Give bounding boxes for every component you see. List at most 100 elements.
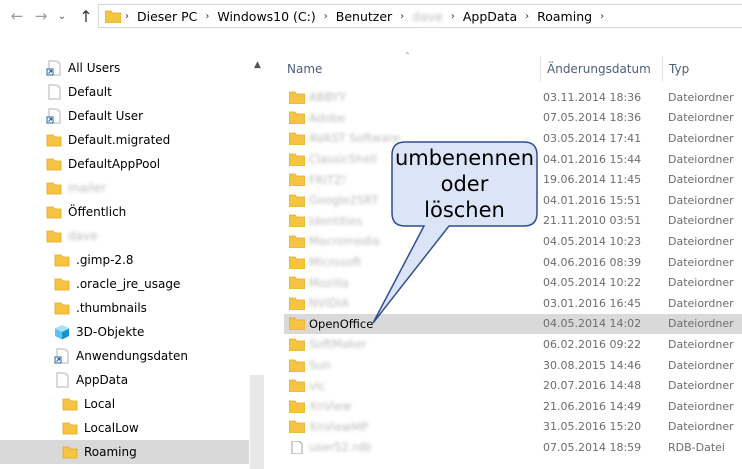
file-date: 21.11.2010 03:51: [543, 214, 642, 228]
nav-item-label: .oracle_jre_usage: [76, 277, 181, 291]
column-date[interactable]: Änderungsdatum: [541, 56, 663, 82]
recent-locations-button[interactable]: ⌄: [55, 6, 69, 26]
nav-item[interactable]: .gimp-2.8: [0, 248, 249, 272]
nav-item-label: Local: [84, 397, 116, 411]
folder-icon: [54, 278, 70, 291]
nav-item[interactable]: AppData: [0, 368, 249, 392]
file-date: 04.05.2014 10:22: [543, 276, 642, 290]
file-row[interactable]: ABBYY 03.11.2014 18:36 Dateiordner: [284, 87, 742, 108]
file-date: 07.05.2014 18:36: [543, 111, 642, 125]
file-date: 04.01.2016 15:51: [543, 193, 642, 207]
file-date: 03.01.2016 16:45: [543, 296, 642, 310]
nav-item[interactable]: Öffentlich: [0, 200, 249, 224]
file-type: Dateiordner: [668, 399, 734, 413]
nav-item[interactable]: Roaming: [0, 440, 249, 464]
nav-item-label: Default User: [68, 109, 144, 123]
breadcrumb-chevron-icon[interactable]: ›: [125, 11, 134, 22]
nav-item[interactable]: All Users: [0, 56, 249, 80]
breadcrumb-item[interactable]: dave: [409, 9, 446, 24]
file-name: vlc: [309, 378, 326, 393]
nav-item[interactable]: .thumbnails: [0, 296, 249, 320]
folder-icon: [105, 10, 121, 23]
file-row[interactable]: user52.rdb 07.05.2014 18:59 RDB-Datei: [284, 437, 742, 458]
nav-item[interactable]: Default: [0, 80, 249, 104]
file-row[interactable]: SoftMaker 06.02.2016 09:22 Dateiordner: [284, 334, 742, 355]
nav-item[interactable]: .oracle_jre_usage: [0, 272, 249, 296]
file-date: 04.06.2016 08:39: [543, 255, 642, 269]
file-date: 21.06.2016 14:49: [543, 399, 642, 413]
file-row[interactable]: XnViewMP 31.05.2016 15:20 Dateiordner: [284, 417, 742, 438]
nav-item[interactable]: Local: [0, 392, 249, 416]
folder-icon: [46, 206, 62, 219]
nav-item[interactable]: Anwendungsdaten: [0, 344, 249, 368]
back-button[interactable]: ←: [7, 6, 27, 26]
breadcrumb-item[interactable]: Roaming: [534, 9, 595, 24]
file-name: Microsoft: [309, 255, 362, 270]
file-row[interactable]: Macromedia 04.05.2014 10:23 Dateiordner: [284, 231, 742, 252]
folder-icon: [289, 132, 305, 145]
file-date: 03.05.2014 17:41: [543, 131, 642, 145]
folder-icon: [289, 317, 305, 331]
nav-item-label: .gimp-2.8: [76, 253, 134, 267]
folder-icon: [62, 422, 78, 435]
file-row[interactable]: NVIDIA 03.01.2016 16:45 Dateiordner: [284, 293, 742, 314]
file-type: RDB-Datei: [668, 440, 725, 454]
file-type: Dateiordner: [668, 337, 734, 351]
nav-item-label: 3D-Objekte: [76, 325, 145, 339]
file-row[interactable]: Sun 30.08.2015 14:46 Dateiordner: [284, 355, 742, 376]
shortcut-folder-icon: [46, 108, 61, 124]
nav-item[interactable]: mailer: [0, 176, 249, 200]
file-type: Dateiordner: [668, 131, 734, 145]
file-row[interactable]: Microsoft 04.06.2016 08:39 Dateiordner: [284, 252, 742, 273]
folder-icon: [46, 134, 62, 147]
folder-icon: [54, 254, 70, 267]
file-date: 06.02.2016 09:22: [543, 337, 642, 351]
file-row[interactable]: Mozilla 04.05.2014 10:22 Dateiordner: [284, 272, 742, 293]
nav-item-label: .thumbnails: [76, 301, 147, 315]
breadcrumb-item[interactable]: Dieser PC: [134, 9, 200, 24]
breadcrumb-item[interactable]: AppData: [460, 9, 520, 24]
breadcrumb-item[interactable]: Benutzer: [333, 9, 395, 24]
file-name: Adobe: [309, 110, 346, 125]
file-row[interactable]: vlc 20.07.2016 14:48 Dateiordner: [284, 375, 742, 396]
breadcrumb-chevron-icon[interactable]: ›: [595, 11, 609, 22]
nav-item-label: Öffentlich: [68, 205, 127, 219]
nav-item[interactable]: DefaultAppPool: [0, 152, 249, 176]
nav-item[interactable]: 3D-Objekte: [0, 320, 249, 344]
address-bar[interactable]: › Dieser PC › Windows10 (C:) › Benutzer › dave ›…: [98, 4, 742, 28]
address-toolbar: ← → ⌄ ↑ › Dieser PC › Windows10 (C:) › Benutz…: [0, 0, 742, 34]
file-type: Dateiordner: [668, 152, 734, 166]
folder-icon: [289, 420, 305, 434]
nav-item-label: AppData: [76, 373, 129, 387]
nav-item-label: Default.migrated: [68, 133, 171, 147]
file-type: Dateiordner: [668, 214, 734, 228]
breadcrumb-chevron-icon[interactable]: ›: [520, 11, 534, 22]
breadcrumb-chevron-icon[interactable]: ›: [395, 11, 409, 22]
file-row[interactable]: Adobe 07.05.2014 18:36 Dateiordner: [284, 108, 742, 129]
3d-objects-icon: [55, 325, 69, 340]
nav-item[interactable]: dave: [0, 224, 249, 248]
file-row[interactable]: XnView 21.06.2016 14:49 Dateiordner: [284, 396, 742, 417]
column-type[interactable]: Typ: [663, 56, 742, 82]
column-name[interactable]: Name: [281, 56, 541, 82]
breadcrumb: › Dieser PC › Windows10 (C:) › Benutzer › dave ›…: [125, 9, 609, 24]
breadcrumb-chevron-icon[interactable]: ›: [200, 11, 214, 22]
nav-item[interactable]: Default User: [0, 104, 249, 128]
nav-item[interactable]: Default.migrated: [0, 128, 249, 152]
nav-item-label: Default: [68, 85, 112, 99]
folder-icon: [289, 111, 305, 125]
breadcrumb-chevron-icon[interactable]: ›: [319, 11, 333, 22]
up-button[interactable]: ↑: [76, 6, 96, 26]
file-type: Dateiordner: [668, 234, 734, 248]
folder-icon: [46, 158, 62, 171]
file-row[interactable]: OpenOffice 04.05.2014 14:02 Dateiordner: [284, 313, 742, 335]
file-name: Mozilla: [309, 275, 349, 290]
breadcrumb-item[interactable]: Windows10 (C:): [214, 9, 318, 24]
nav-scrollbar[interactable]: [250, 375, 264, 469]
nav-item-label: Anwendungsdaten: [76, 349, 188, 363]
file-type: Dateiordner: [668, 379, 734, 393]
breadcrumb-chevron-icon[interactable]: ›: [446, 11, 460, 22]
forward-button[interactable]: →: [31, 6, 51, 26]
nav-item[interactable]: LocalLow: [0, 416, 249, 440]
nav-scroll-up-arrow-icon[interactable]: ▲: [254, 60, 261, 70]
